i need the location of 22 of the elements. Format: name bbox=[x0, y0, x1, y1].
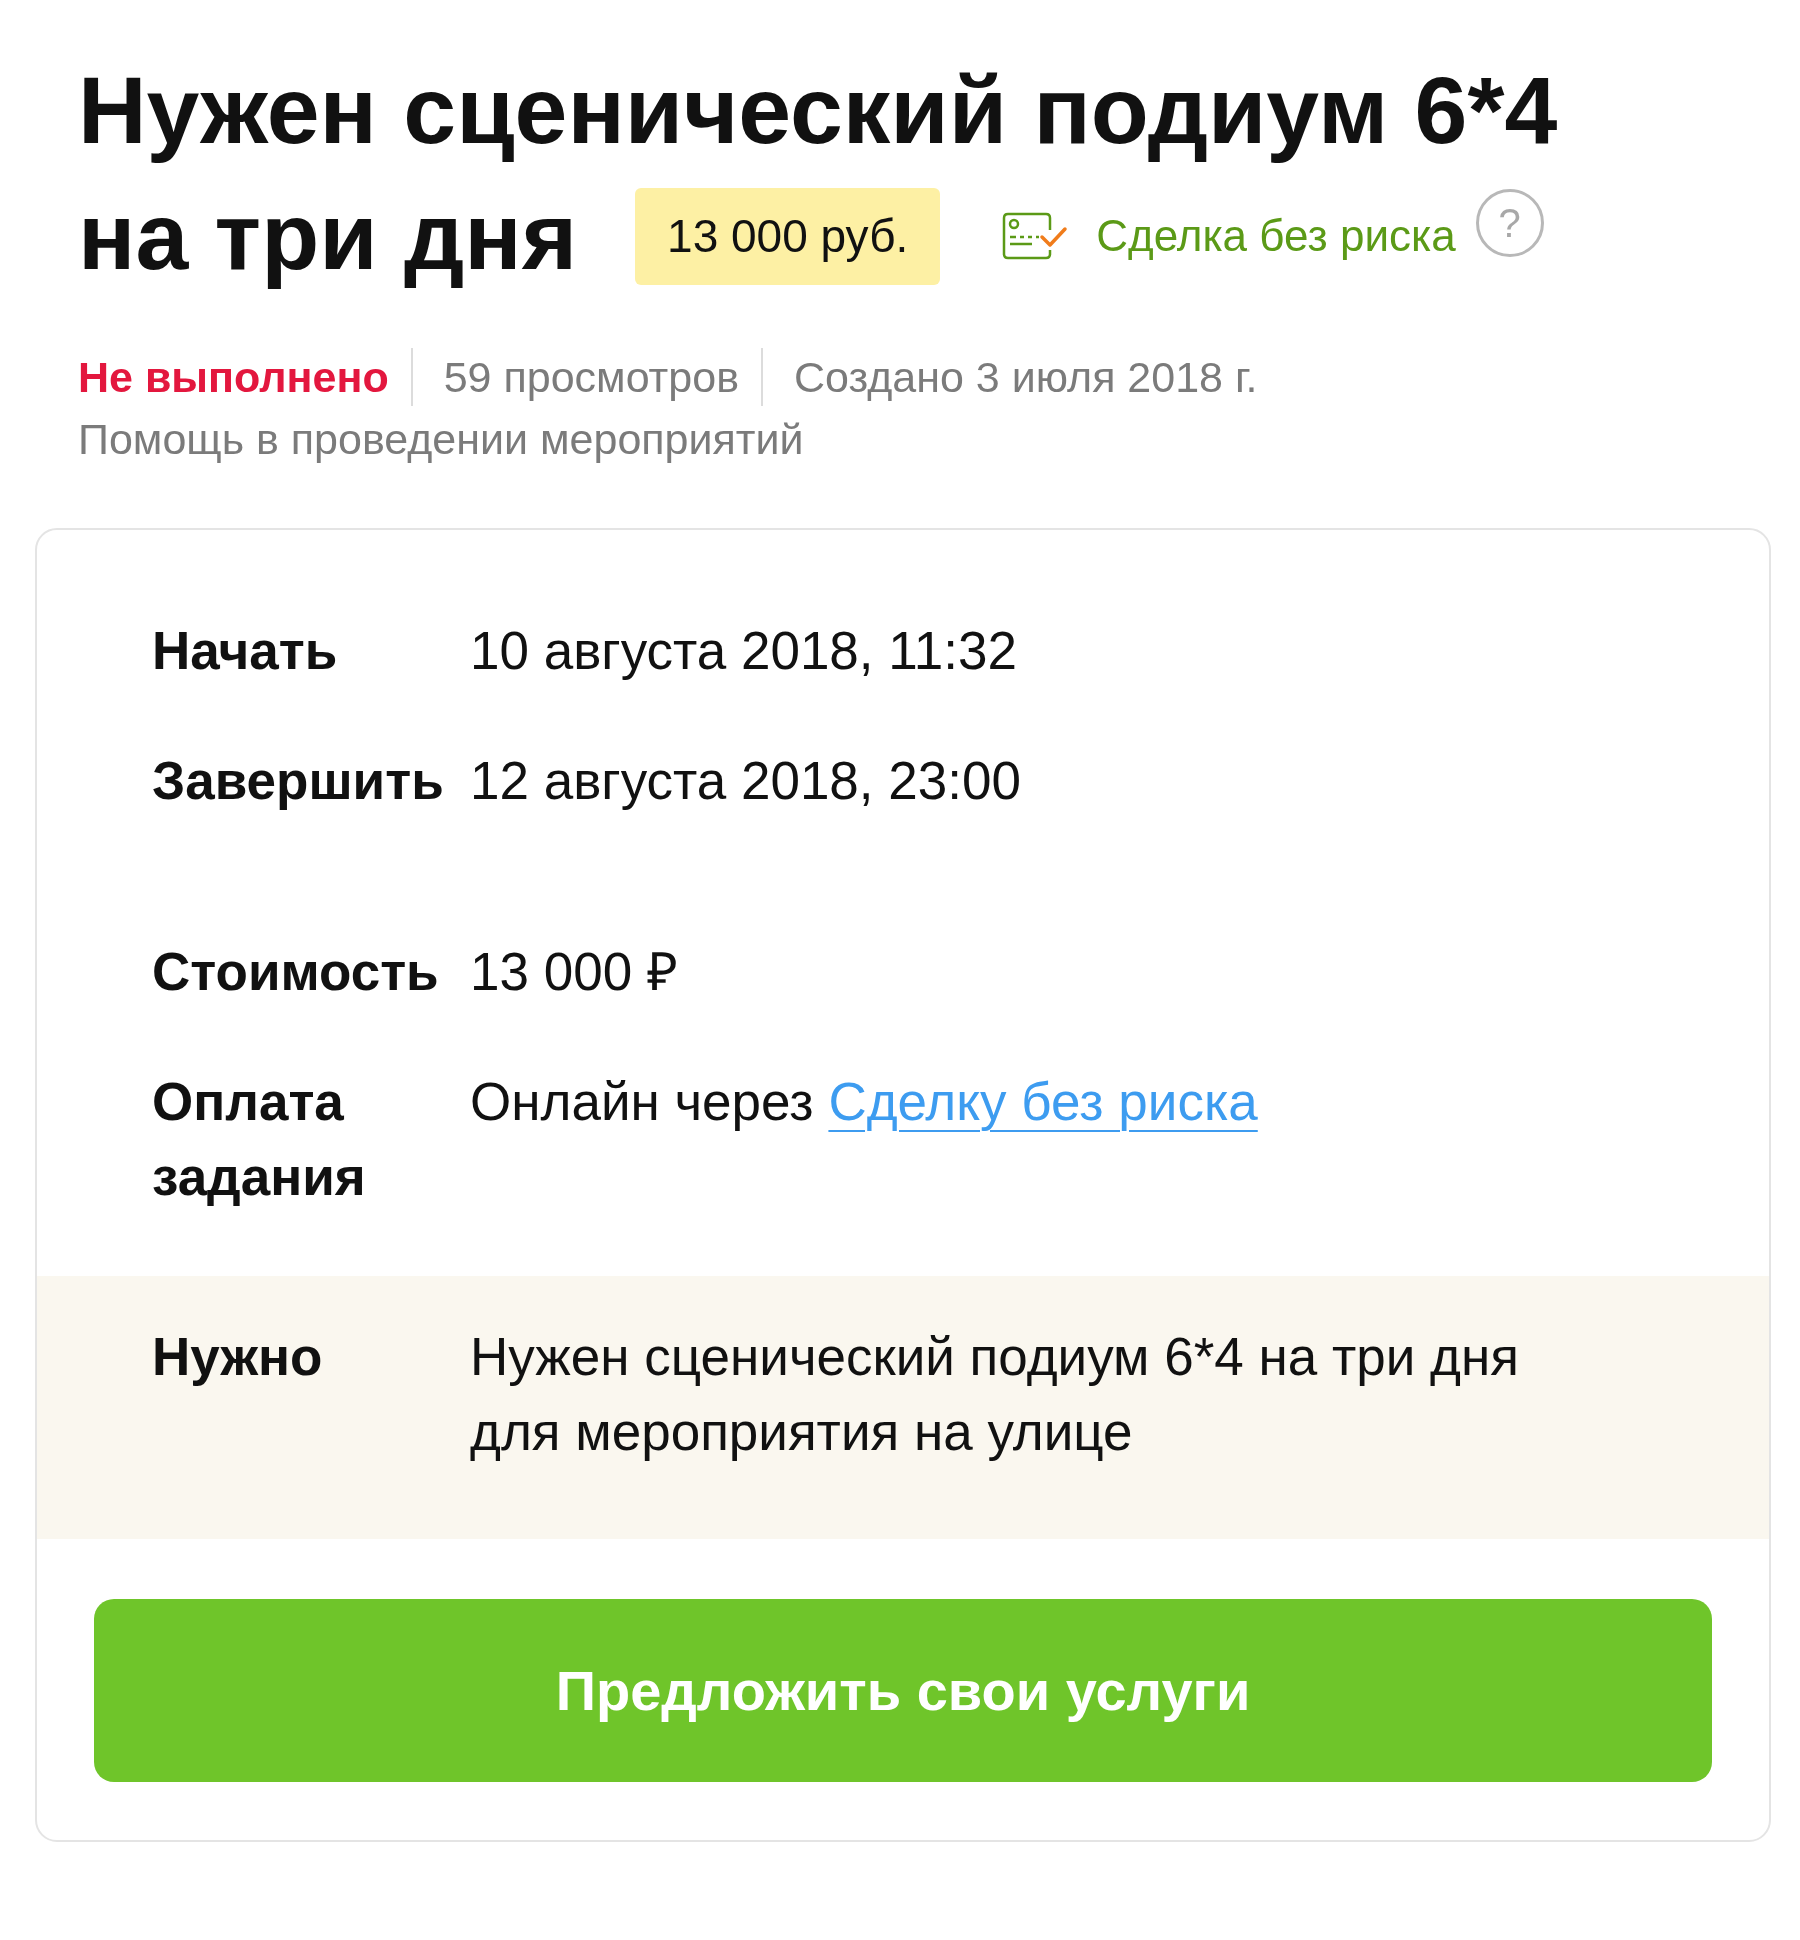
views-count: 59 просмотров bbox=[443, 351, 739, 403]
offer-services-button[interactable]: Предложить свои услуги bbox=[94, 1599, 1712, 1782]
field-label: Нужно bbox=[152, 1326, 323, 1388]
help-button[interactable]: ? bbox=[1475, 189, 1544, 257]
field-value: Онлайн через Сделку без риска bbox=[470, 1071, 1258, 1133]
task-title: на три дня bbox=[78, 182, 578, 291]
field-value: Нужен сценический подиум 6*4 на три дня для мероприятия на улице bbox=[470, 1326, 1520, 1463]
field-label: Оплата задания bbox=[152, 1071, 367, 1208]
field-value: 13 000 ₽ bbox=[470, 941, 678, 1003]
safe-deal-link[interactable]: Сделку без риска bbox=[828, 1072, 1258, 1131]
field-label: Стоимость bbox=[152, 941, 439, 1003]
price-badge: 13 000 руб. bbox=[635, 187, 941, 285]
field-label: Начать bbox=[152, 620, 338, 682]
id-card-check-icon bbox=[1002, 212, 1069, 260]
field-value: 12 августа 2018, 23:00 bbox=[470, 750, 1021, 812]
category-text: Помощь в проведении мероприятий bbox=[78, 414, 804, 465]
field-value: 10 августа 2018, 11:32 bbox=[470, 620, 1017, 682]
created-date: Создано 3 июля 2018 г. bbox=[794, 351, 1258, 403]
safe-deal-link[interactable]: Сделка без риска bbox=[1002, 203, 1456, 269]
field-label: Завершить bbox=[152, 750, 444, 812]
status-text: Не выполнено bbox=[78, 351, 389, 403]
task-title: Нужен сценический подиум 6*4 bbox=[78, 56, 1558, 165]
